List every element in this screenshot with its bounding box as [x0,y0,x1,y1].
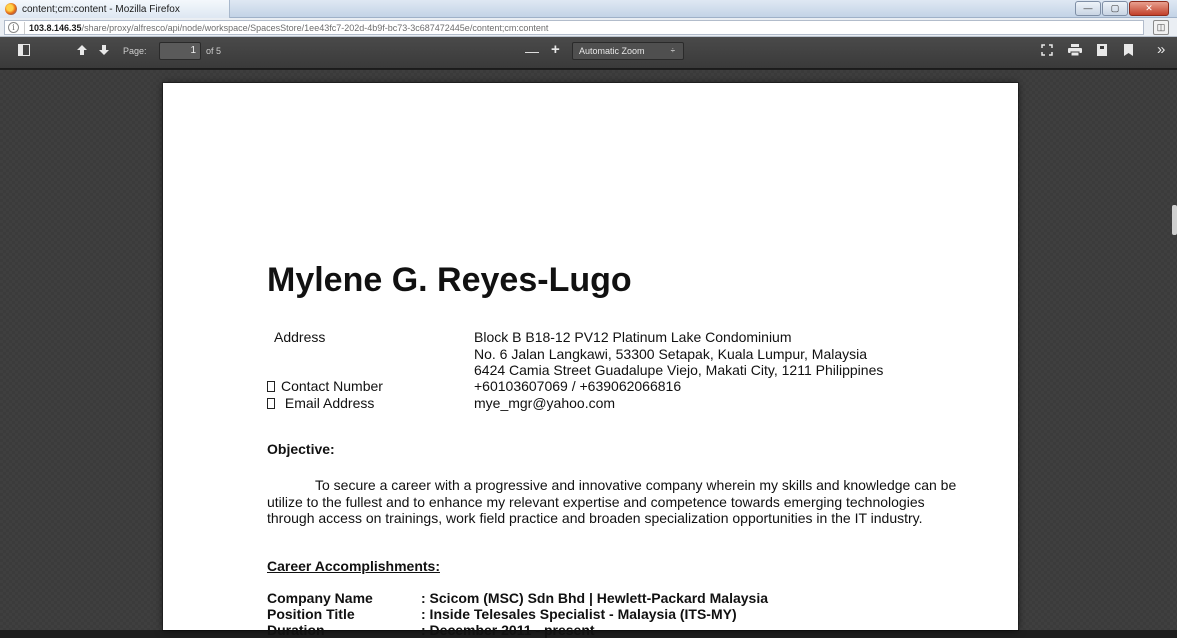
pdf-page: Mylene G. Reyes-Lugo Address Block B B18… [163,83,1018,638]
window-controls: — ▢ ✕ [1075,1,1169,16]
firefox-icon [5,3,17,15]
zoom-select-arrow-icon: ÷ [670,46,675,55]
previous-page-icon[interactable] [76,44,88,60]
address-line-2: No. 6 Jalan Langkawi, 53300 Setapak, Kua… [474,346,868,362]
reader-view-icon[interactable]: ◫ [1153,20,1169,35]
position-title-label: Position Title [267,606,355,622]
pdf-toolbar: Page: 1 of 5 — + Automatic Zoom ÷ » [0,37,1177,69]
company-name-label: Company Name [267,590,373,606]
email-label: Email Address [284,395,375,411]
duration-value: : December 2011 - present [421,622,595,638]
company-name-value: : Scicom (MSC) Sdn Bhd | Hewlett-Packard… [421,590,768,606]
contact-value: +60103607069 / +639062066816 [474,378,682,394]
duration-label: Duration [267,622,325,638]
email-value: mye_mgr@yahoo.com [474,395,616,411]
minimize-button[interactable]: — [1075,1,1101,16]
scrollbar-thumb[interactable] [1172,205,1177,235]
position-title-value: : Inside Telesales Specialist - Malaysia… [421,606,737,622]
zoom-in-button[interactable]: + [551,42,560,58]
bookmark-icon[interactable] [1124,44,1133,60]
close-button[interactable]: ✕ [1129,1,1169,16]
address-label: Address [274,329,326,345]
window-title-tab[interactable]: content;cm:content - Mozilla Firefox [0,0,230,18]
page-label: Page: [123,46,147,56]
url-field[interactable]: i 103.8.146.35 /share/proxy/alfresco/api… [4,20,1144,35]
zoom-select-value: Automatic Zoom [579,46,645,56]
next-page-icon[interactable] [98,44,110,60]
url-separator [24,21,25,34]
objective-text: To secure a career with a progressive an… [267,477,957,526]
bullet-icon [267,398,275,409]
email-row-label: Email Address [267,395,374,411]
objective-paragraph: To secure a career with a progressive an… [267,477,957,527]
url-host: 103.8.146.35 [29,22,82,33]
address-line-1: Block B B18-12 PV12 Platinum Lake Condom… [474,329,792,345]
zoom-select[interactable]: Automatic Zoom ÷ [572,42,684,60]
sidebar-toggle-icon[interactable] [18,44,30,60]
page-number-input[interactable]: 1 [159,42,201,60]
tools-icon[interactable]: » [1157,42,1165,58]
download-icon[interactable] [1096,44,1108,60]
contact-row-label: Contact Number [267,378,383,394]
zoom-out-button[interactable]: — [525,43,539,59]
address-line-3: 6424 Camia Street Guadalupe Viejo, Makat… [474,362,884,378]
career-heading: Career Accomplishments: [267,558,440,574]
contact-label: Contact Number [281,378,383,394]
window-titlebar: content;cm:content - Mozilla Firefox — ▢… [0,0,1177,18]
window-title: content;cm:content - Mozilla Firefox [22,3,180,15]
maximize-button[interactable]: ▢ [1102,1,1128,16]
navigation-bar: i 103.8.146.35 /share/proxy/alfresco/api… [0,18,1177,37]
resume-name: Mylene G. Reyes-Lugo [267,261,632,299]
url-path: /share/proxy/alfresco/api/node/workspace… [81,22,549,33]
presentation-mode-icon[interactable] [1041,44,1053,60]
site-info-icon[interactable]: i [8,22,19,33]
pdf-viewer[interactable]: Mylene G. Reyes-Lugo Address Block B B18… [0,70,1177,638]
print-icon[interactable] [1068,44,1082,60]
page-count: of 5 [206,46,222,56]
bullet-icon [267,381,275,392]
objective-heading: Objective: [267,441,335,457]
